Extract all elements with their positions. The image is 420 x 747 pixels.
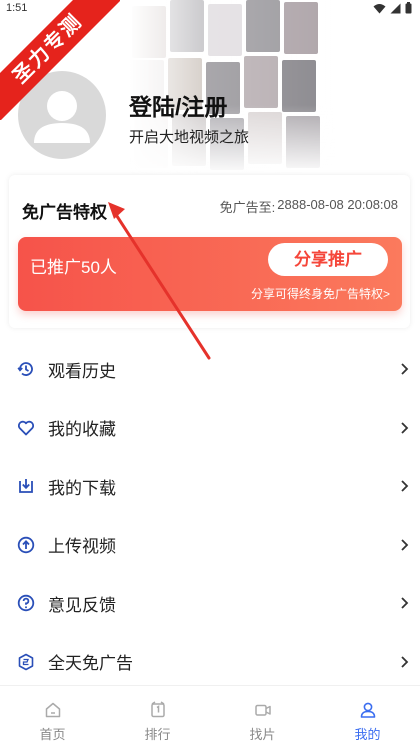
- status-icons: [373, 2, 412, 14]
- ad-free-icon: [16, 652, 36, 672]
- tab-home[interactable]: 首页: [0, 686, 105, 747]
- menu-item-ad-free[interactable]: 全天免广告: [0, 633, 420, 692]
- chevron-right-icon: [401, 539, 409, 551]
- chevron-right-icon: [401, 656, 409, 668]
- menu-label: 全天免广告: [48, 654, 133, 674]
- share-reward-note[interactable]: 分享可得终身免广告特权>: [251, 285, 390, 302]
- tab-label: 我的: [354, 727, 381, 742]
- menu-label: 我的收藏: [48, 420, 116, 440]
- home-icon: [45, 702, 60, 718]
- ad-free-title: 免广告特权: [22, 203, 107, 222]
- expiry-label: 免广告至:: [219, 200, 276, 215]
- menu-item-upload[interactable]: 上传视频: [0, 516, 420, 575]
- watermark-text: 圣力专测: [0, 0, 120, 120]
- profile-subtitle: 开启大地视频之旅: [129, 129, 250, 146]
- profile-menu: 观看历史 我的收藏 我的下载 上传视频 意见反馈 全天免广告: [0, 340, 420, 691]
- share-promote-button[interactable]: 分享推广: [268, 243, 388, 276]
- tab-label: 排行: [144, 727, 171, 742]
- ad-free-card: 免广告特权 免广告至: 2888-08-08 20:08:08 已推广50人 分…: [9, 175, 410, 328]
- tab-label: 找片: [249, 727, 276, 742]
- history-icon: [16, 359, 36, 379]
- menu-label: 意见反馈: [48, 595, 116, 615]
- menu-item-favorites[interactable]: 我的收藏: [0, 399, 420, 458]
- menu-label: 上传视频: [48, 537, 116, 557]
- upload-icon: [16, 535, 36, 555]
- tab-ranking[interactable]: 排行: [105, 686, 210, 747]
- tab-profile[interactable]: 我的: [315, 686, 420, 747]
- login-register-link[interactable]: 登陆/注册: [129, 88, 227, 122]
- expiry-value: 2888-08-08 20:08:08: [277, 197, 398, 212]
- chevron-right-icon: [401, 363, 409, 375]
- wifi-icon: [373, 3, 386, 13]
- promotion-banner[interactable]: 已推广50人 分享推广 分享可得终身免广告特权>: [18, 237, 402, 311]
- battery-icon: [405, 2, 412, 14]
- menu-label: 我的下载: [48, 478, 116, 498]
- download-icon: [16, 476, 36, 496]
- favorite-icon: [16, 418, 36, 438]
- bottom-tab-bar: 首页 排行 找片 我的: [0, 685, 420, 747]
- chevron-right-icon: [401, 422, 409, 434]
- menu-item-history[interactable]: 观看历史: [0, 340, 420, 399]
- profile-icon: [360, 702, 375, 718]
- feedback-icon: [16, 593, 36, 613]
- chevron-right-icon: [401, 480, 409, 492]
- menu-item-downloads[interactable]: 我的下载: [0, 457, 420, 516]
- signal-icon: [390, 3, 401, 13]
- promoted-count: 已推广50人: [30, 258, 117, 277]
- watermark-ribbon: 圣力专测: [0, 0, 120, 120]
- tab-find-videos[interactable]: 找片: [210, 686, 315, 747]
- ranking-icon: [150, 701, 165, 718]
- chevron-right-icon: [401, 597, 409, 609]
- status-bar: 1:51: [0, 0, 420, 18]
- menu-label: 观看历史: [48, 361, 116, 381]
- menu-item-feedback[interactable]: 意见反馈: [0, 574, 420, 633]
- status-time: 1:51: [6, 2, 28, 14]
- video-search-icon: [254, 704, 271, 716]
- ad-free-expiry: 免广告至: 2888-08-08 20:08:08: [220, 197, 398, 216]
- tab-label: 首页: [39, 727, 66, 742]
